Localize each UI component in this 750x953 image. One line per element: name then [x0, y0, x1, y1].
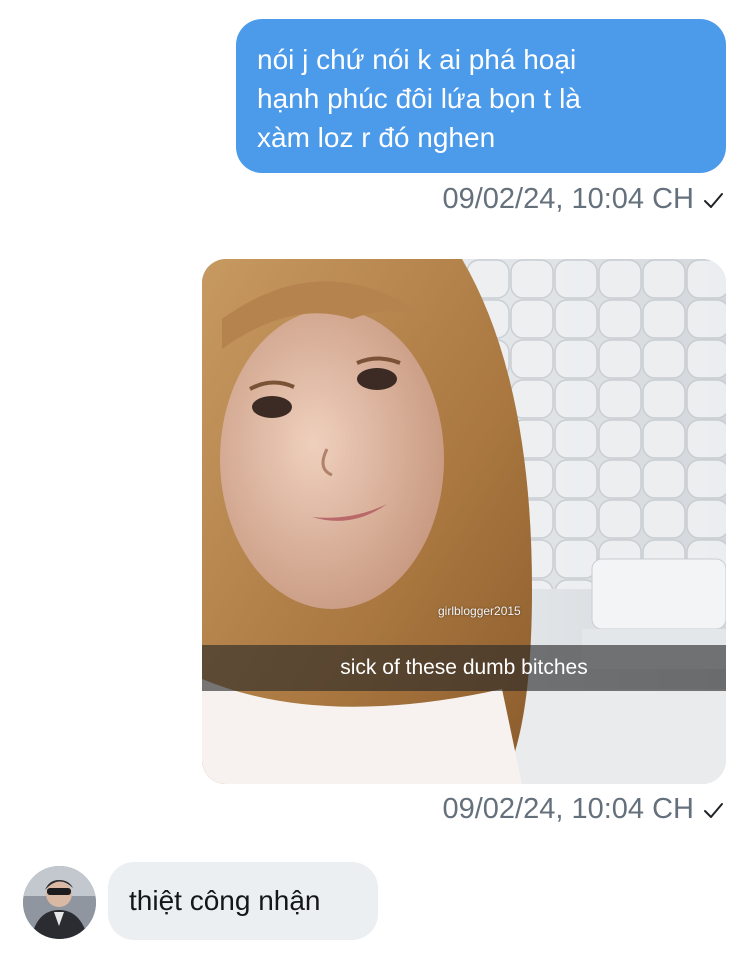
image-watermark: girlblogger2015	[438, 604, 521, 618]
checkmark-sent-icon	[704, 192, 723, 208]
incoming-message-bubble[interactable]: thiệt công nhận	[108, 862, 378, 940]
avatar-image	[23, 866, 96, 939]
message-timestamp: 09/02/24, 10:04 CH	[442, 793, 724, 826]
message-line: nói j chứ nói k ai phá hoại	[257, 44, 577, 75]
message-line: xàm loz r đó nghen	[257, 122, 496, 153]
user-avatar[interactable]	[23, 866, 96, 939]
checkmark-sent-icon	[704, 802, 723, 818]
message-line: hạnh phúc đôi lứa bọn t là	[257, 83, 581, 114]
message-timestamp: 09/02/24, 10:04 CH	[442, 183, 724, 216]
timestamp-text: 09/02/24, 10:04 CH	[442, 793, 694, 825]
image-caption: sick of these dumb bitches	[340, 656, 588, 679]
sent-image-message[interactable]: girlblogger2015 sick of these dumb bitch…	[202, 259, 726, 784]
message-text: thiệt công nhận	[129, 885, 321, 916]
timestamp-text: 09/02/24, 10:04 CH	[442, 183, 694, 215]
photo-scene	[202, 259, 726, 784]
outgoing-message-bubble[interactable]: nói j chứ nói k ai phá hoại hạnh phúc đô…	[236, 19, 726, 173]
image-caption-bar: sick of these dumb bitches	[202, 645, 726, 691]
